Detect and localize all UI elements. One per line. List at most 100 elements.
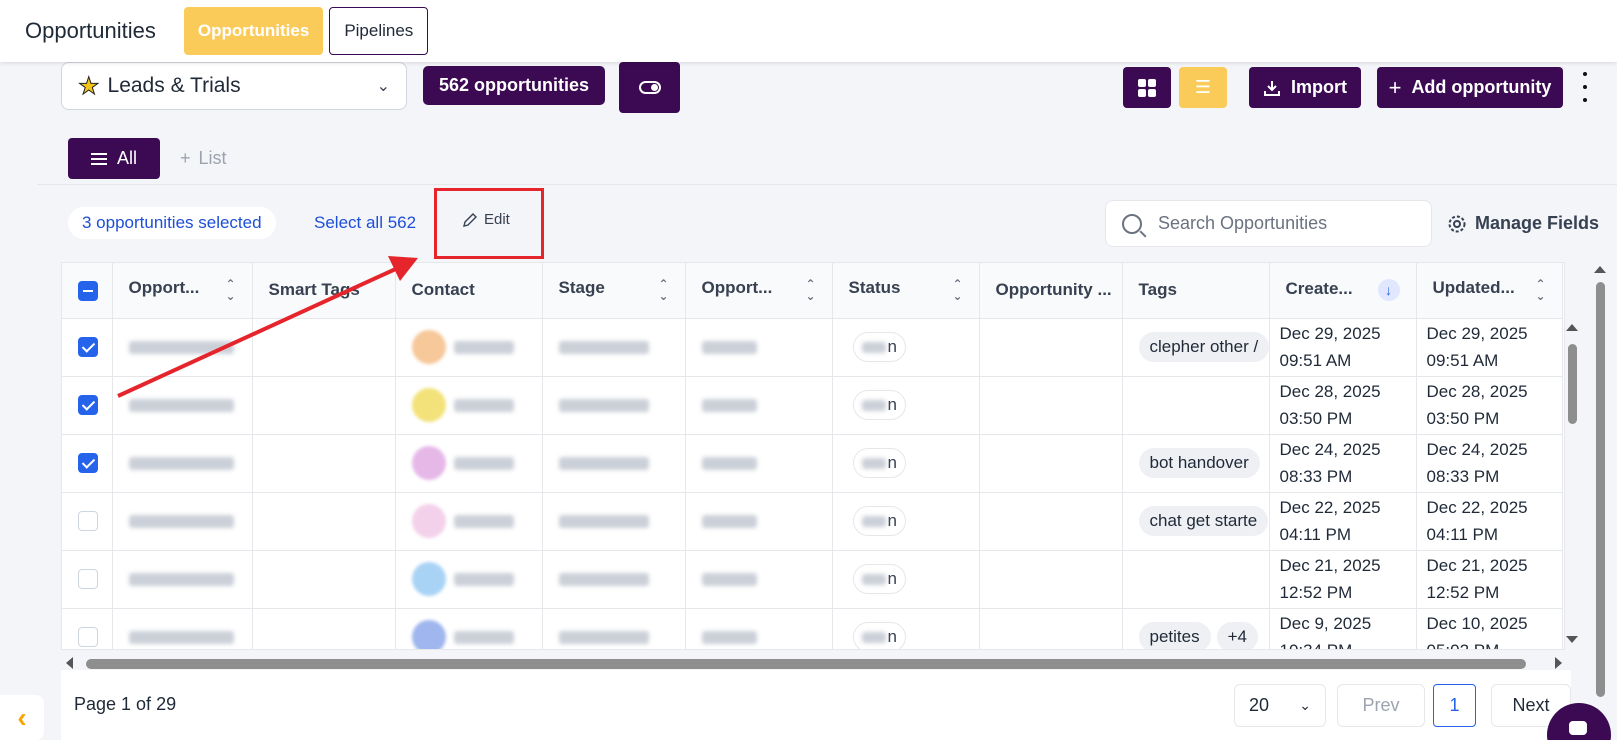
contact-cell[interactable] (395, 550, 543, 609)
sort-icon[interactable]: ⌃ ⌄ (658, 278, 668, 302)
scrollbar-thumb[interactable] (1596, 282, 1605, 697)
row-checkbox[interactable] (78, 569, 98, 590)
contact-cell[interactable] (395, 492, 543, 551)
sort-icon[interactable]: ⌃ ⌄ (805, 278, 815, 302)
page-vertical-scrollbar[interactable] (1593, 262, 1607, 702)
row-checkbox[interactable] (78, 337, 98, 358)
row-select-cell[interactable] (62, 318, 113, 377)
scroll-right-arrow-icon[interactable] (1555, 657, 1562, 669)
scroll-left-arrow-icon[interactable] (66, 657, 73, 669)
prev-page-button[interactable]: Prev (1337, 684, 1425, 727)
toggle-button[interactable] (619, 62, 680, 113)
column-header[interactable]: Updated... ⌃ ⌄ (1416, 263, 1563, 319)
opportunity-count-badge: 562 opportunities (423, 66, 606, 105)
scrollbar-thumb[interactable] (1568, 344, 1577, 424)
redacted-text (128, 631, 234, 645)
table-row[interactable]: n Dec 28, 2025 03:50 PM Dec 28, 2025 03:50… (62, 376, 1563, 435)
select-all-checkbox[interactable] (78, 280, 98, 301)
row-select-cell[interactable] (62, 434, 113, 493)
select-all-cell[interactable] (62, 263, 113, 319)
updated-cell: Dec 21, 2025 12:52 PM (1416, 550, 1563, 609)
created-cell: Dec 21, 2025 12:52 PM (1269, 550, 1417, 609)
tags-cell: chat get starte (1122, 492, 1270, 551)
chevron-left-icon[interactable]: ‹ (0, 695, 44, 740)
sort-icon[interactable]: ⌃ ⌄ (1535, 278, 1545, 302)
column-header[interactable]: Smart Tags (252, 263, 396, 319)
opportunity-name-cell[interactable] (112, 318, 253, 377)
redacted-text (128, 341, 234, 355)
table-vertical-scrollbar[interactable] (1565, 320, 1579, 650)
row-select-cell[interactable] (62, 492, 113, 551)
table-row[interactable]: n Dec 21, 2025 12:52 PM Dec 21, 2025 12:52… (62, 550, 1563, 609)
add-list-button[interactable]: + List (180, 148, 227, 169)
per-page-select[interactable]: 20 ⌄ (1234, 684, 1326, 727)
tags-cell: bot handover (1122, 434, 1270, 493)
opportunity-name-cell[interactable] (112, 608, 253, 649)
chevron-down-icon: ⌄ (1299, 697, 1311, 713)
scroll-up-arrow-icon[interactable] (1566, 324, 1578, 331)
table-row[interactable]: n chat get starte Dec 22, 2025 04:11 PM D… (62, 492, 1563, 551)
search-input[interactable] (1158, 213, 1408, 234)
search-field[interactable] (1105, 200, 1432, 247)
tab-pipelines[interactable]: Pipelines (329, 7, 429, 55)
column-header[interactable]: Opportunity ... (979, 263, 1123, 319)
horizontal-scrollbar[interactable] (61, 656, 1562, 670)
list-icon: ☰ (1194, 77, 1212, 97)
chevron-down-icon: ⌄ (376, 78, 390, 95)
import-button[interactable]: Import (1249, 67, 1361, 108)
row-select-cell[interactable] (62, 376, 113, 435)
redacted-text (453, 398, 514, 412)
list-view-button[interactable]: ☰ (1179, 67, 1227, 108)
redacted-text (861, 342, 886, 354)
opportunity-name-cell[interactable] (112, 492, 253, 551)
created-cell: Dec 9, 202510:34 PM (1269, 608, 1417, 649)
column-header[interactable]: Opport... ⌃ ⌄ (685, 263, 833, 319)
scroll-up-arrow-icon[interactable] (1594, 266, 1606, 273)
column-header[interactable]: Create... ↓ (1269, 263, 1417, 319)
add-opportunity-button[interactable]: + Add opportunity (1377, 67, 1563, 108)
redacted-text (558, 573, 649, 587)
sort-descending-icon[interactable]: ↓ (1377, 279, 1400, 302)
tab-opportunities[interactable]: Opportunities (183, 7, 324, 55)
opportunity-name-cell[interactable] (112, 376, 253, 435)
list-all-button[interactable]: All (68, 138, 160, 179)
column-header[interactable]: Tags (1122, 263, 1270, 319)
sort-icon[interactable]: ⌃ ⌄ (952, 278, 962, 302)
redacted-text (701, 631, 757, 645)
row-checkbox[interactable] (78, 511, 98, 532)
redacted-text (861, 400, 886, 412)
row-select-cell[interactable] (62, 550, 113, 609)
manage-fields-button[interactable]: Manage Fields (1447, 213, 1599, 234)
contact-cell[interactable] (395, 434, 543, 493)
page-number-button[interactable]: 1 (1433, 684, 1476, 727)
contact-cell[interactable] (395, 376, 543, 435)
opportunity-name-cell[interactable] (112, 550, 253, 609)
select-all-link[interactable]: Select all 562 (314, 213, 416, 233)
grid-view-button[interactable] (1123, 67, 1171, 108)
status-badge: n (852, 448, 906, 478)
list-all-label: All (116, 148, 137, 168)
row-checkbox[interactable] (78, 395, 98, 416)
more-options-icon[interactable] (1580, 72, 1590, 102)
scrollbar-thumb[interactable] (86, 659, 1526, 669)
status-badge: n (852, 390, 906, 420)
pipeline-select[interactable]: ★ Leads & Trials ⌄ (61, 62, 407, 110)
row-checkbox[interactable] (78, 453, 98, 474)
table-row[interactable]: n bot handover Dec 24, 2025 08:33 PM Dec … (62, 434, 1563, 493)
row-select-cell[interactable] (62, 608, 113, 649)
row-checkbox[interactable] (78, 627, 98, 648)
updated-cell: Dec 22, 2025 04:11 PM (1416, 492, 1563, 551)
column-header[interactable]: Stage ⌃ ⌄ (542, 263, 686, 319)
scroll-down-arrow-icon[interactable] (1566, 636, 1578, 643)
column-header[interactable]: Opport... ⌃ ⌄ (112, 263, 253, 319)
contact-cell[interactable] (395, 608, 543, 649)
contact-cell[interactable] (395, 318, 543, 377)
column-header[interactable]: Status ⌃ ⌄ (832, 263, 980, 319)
grid-icon (1138, 78, 1156, 97)
table-row[interactable]: n petites+4 Dec 9, 202510:34 PM Dec 10, … (62, 608, 1563, 649)
table-row[interactable]: n clepher other / Dec 29, 2025 09:51 AM D… (62, 318, 1563, 377)
column-header[interactable]: Contact (395, 263, 543, 319)
opportunity-name-cell[interactable] (112, 434, 253, 493)
opportunities-table: Opport... ⌃ ⌄ Smart Tags Contact Stage ⌃ ⌄ O… (61, 262, 1565, 650)
sort-icon[interactable]: ⌃ ⌄ (225, 278, 235, 302)
